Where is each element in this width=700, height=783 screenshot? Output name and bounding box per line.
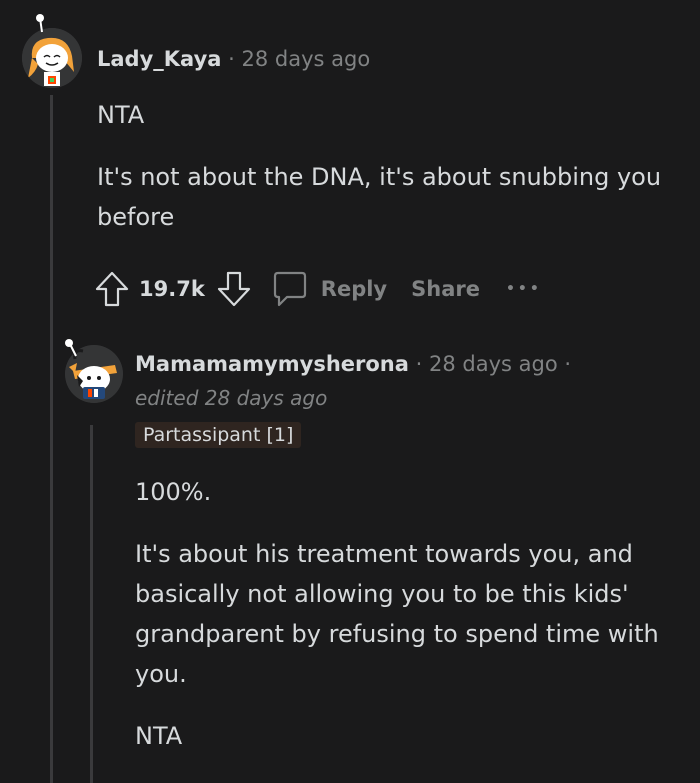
thread-line-nested[interactable] <box>90 425 93 783</box>
comment-meta: Lady_Kaya · 28 days ago <box>97 47 370 71</box>
author-name[interactable]: Mamamamymysherona <box>135 352 409 376</box>
downvote-button[interactable] <box>217 271 251 307</box>
antenna-icon <box>36 14 44 33</box>
arrow-up-icon <box>95 271 129 307</box>
timestamp[interactable]: 28 days ago <box>242 47 371 71</box>
comment-paragraph: NTA <box>97 101 145 129</box>
reply-label: Reply <box>320 277 388 301</box>
thread-line[interactable] <box>50 95 53 783</box>
antenna-icon <box>65 339 77 357</box>
arrow-down-icon <box>217 271 250 307</box>
comment-actions: 19.7k Reply Share ••• <box>95 268 542 310</box>
timestamp[interactable]: 28 days ago <box>429 352 558 376</box>
avatar[interactable] <box>22 28 82 88</box>
comment-paragraph: It's about his treatment towards you, an… <box>135 540 659 688</box>
comment-paragraph: It's not about the DNA, it's about snubb… <box>97 163 662 231</box>
ellipsis-icon: ••• <box>505 281 542 297</box>
comment-meta: Mamamamymysherona · 28 days ago · <box>135 352 571 376</box>
reply-button[interactable]: Reply <box>271 270 387 308</box>
share-button[interactable]: Share <box>411 277 480 301</box>
comment-body: NTA It's not about the DNA, it's about s… <box>97 95 667 259</box>
score: 19.7k <box>139 277 205 301</box>
more-options-button[interactable]: ••• <box>506 281 542 297</box>
comment-paragraph: 100%. <box>135 478 212 506</box>
edited-label: edited 28 days ago <box>135 386 328 410</box>
meta-separator: · <box>415 352 423 376</box>
upvote-button[interactable] <box>95 271 129 307</box>
speech-bubble-icon <box>273 271 306 307</box>
author-name[interactable]: Lady_Kaya <box>97 47 221 71</box>
snoo-avatar-icon <box>22 28 82 88</box>
user-flair[interactable]: Partassipant [1] <box>135 422 302 448</box>
meta-separator: · <box>228 47 235 71</box>
meta-separator: · <box>564 352 572 376</box>
comment-body: 100%. It's about his treatment towards y… <box>135 472 680 778</box>
comment-paragraph: NTA <box>135 722 183 750</box>
